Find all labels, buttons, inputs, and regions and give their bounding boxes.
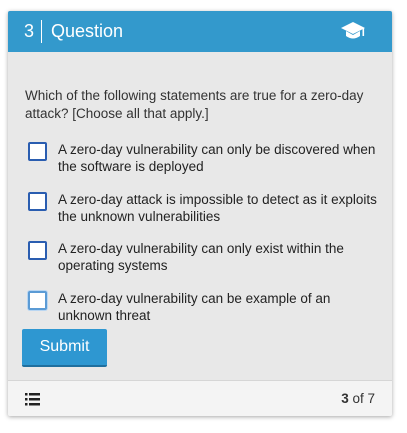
question-title: Question — [51, 21, 124, 41]
question-card: 3 Question Which of the following statem… — [8, 11, 392, 416]
option-checkbox[interactable] — [28, 291, 47, 310]
option-label: A zero-day attack is impossible to detec… — [58, 192, 377, 224]
question-body: Which of the following statements are tr… — [8, 52, 392, 380]
question-number: 3 — [24, 21, 35, 41]
option-label: A zero-day vulnerability can only be dis… — [58, 142, 376, 174]
list-icon[interactable] — [25, 393, 40, 406]
option-label: A zero-day vulnerability can only exist … — [58, 241, 344, 273]
submit-button[interactable]: Submit — [22, 329, 107, 367]
option-label: A zero-day vulnerability can be example … — [58, 291, 331, 323]
current-question-number: 3 — [341, 391, 349, 406]
option-checkbox[interactable] — [28, 192, 47, 211]
option-checkbox[interactable] — [28, 142, 47, 161]
header-divider — [41, 20, 42, 43]
option-checkbox[interactable] — [28, 241, 47, 260]
total-questions-text: of 7 — [352, 391, 375, 406]
question-header: 3 Question — [8, 11, 392, 52]
question-progress: 3 of 7 — [341, 391, 375, 406]
question-prompt: Which of the following statements are tr… — [25, 88, 364, 121]
question-footer: 3 of 7 — [8, 380, 392, 416]
graduation-cap-icon — [340, 20, 366, 42]
